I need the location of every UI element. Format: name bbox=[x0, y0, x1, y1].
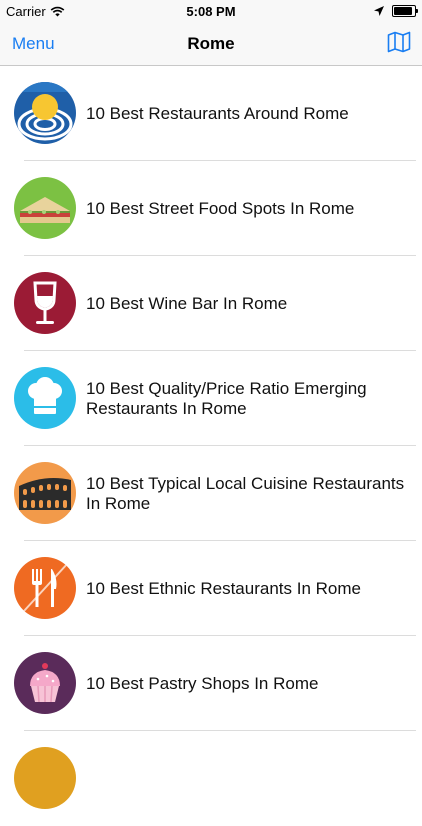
list-item[interactable]: 10 Best Quality/Price Ratio Emerging Res… bbox=[0, 351, 422, 446]
status-time: 5:08 PM bbox=[186, 4, 236, 19]
list-item-label: 10 Best Quality/Price Ratio Emerging Res… bbox=[86, 378, 367, 418]
list-item[interactable]: 10 Best Street Food Spots In Rome bbox=[0, 161, 422, 256]
list-item[interactable]: 10 Best Wine Bar In Rome bbox=[0, 256, 422, 351]
page-title: Rome bbox=[187, 34, 235, 53]
sandwich-icon bbox=[14, 177, 76, 239]
location-arrow-icon bbox=[374, 6, 384, 16]
list-item[interactable]: 10 Best Restaurants Around Rome bbox=[0, 66, 422, 161]
chef-hat-icon bbox=[14, 367, 76, 429]
partial-icon bbox=[14, 747, 76, 809]
battery-icon bbox=[392, 5, 418, 17]
sunrise-plate-icon bbox=[14, 82, 76, 144]
category-list: 10 Best Restaurants Around Rome 10 Best … bbox=[0, 66, 422, 826]
wine-glass-icon bbox=[14, 272, 76, 334]
list-item-label: 10 Best Wine Bar In Rome bbox=[86, 293, 288, 313]
list-item-label: 10 Best Ethnic Restaurants In Rome bbox=[86, 578, 361, 598]
cupcake-icon bbox=[14, 652, 76, 714]
navigation-bar: Menu Rome bbox=[0, 22, 422, 66]
list-item-label: 10 Best Pastry Shops In Rome bbox=[86, 673, 319, 693]
status-bar: Carrier 5:08 PM bbox=[0, 0, 422, 22]
list-item-label: 10 Best Restaurants Around Rome bbox=[86, 103, 349, 123]
fork-knife-icon bbox=[14, 557, 76, 619]
list-item[interactable]: 10 Best Typical Local Cuisine Restaurant… bbox=[0, 446, 422, 541]
list-item[interactable]: 10 Best Pastry Shops In Rome bbox=[0, 636, 422, 731]
list-item[interactable]: 10 Best Ethnic Restaurants In Rome bbox=[0, 541, 422, 636]
map-icon[interactable] bbox=[387, 31, 411, 53]
list-item-label: 10 Best Typical Local Cuisine Restaurant… bbox=[86, 473, 405, 513]
colosseum-icon bbox=[14, 462, 76, 524]
list-item[interactable] bbox=[0, 731, 422, 826]
list-item-label: 10 Best Street Food Spots In Rome bbox=[86, 198, 355, 218]
